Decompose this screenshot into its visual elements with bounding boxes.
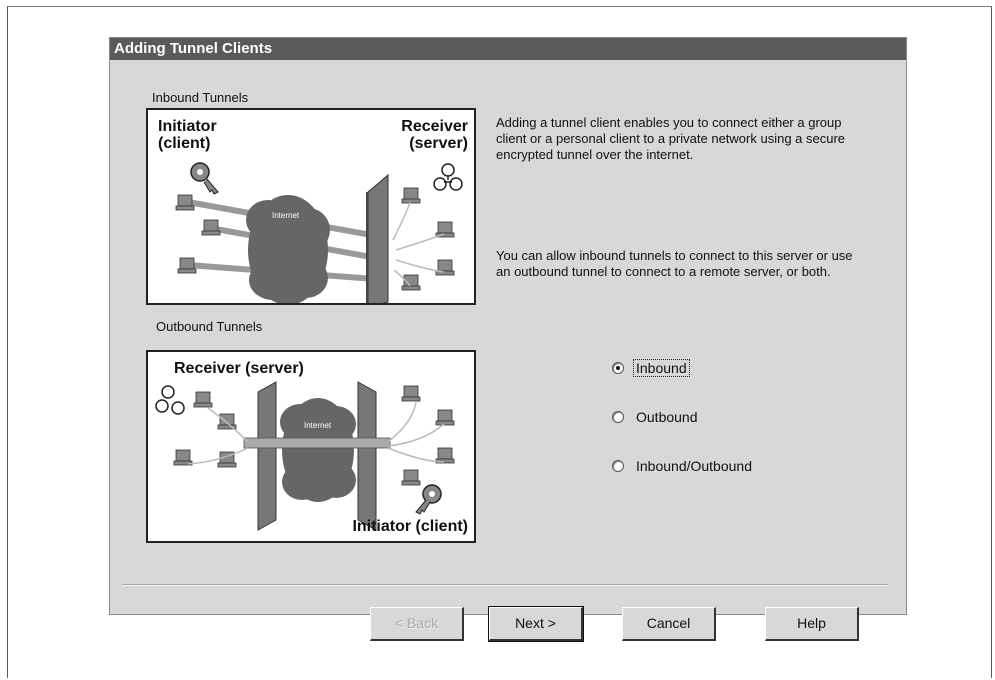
- inbound-diagram: Internet Initiator (client) Receiver (se…: [146, 108, 476, 305]
- inbound-initiator-label: Initiator (client): [158, 118, 217, 152]
- radio-inbound[interactable]: Inbound: [612, 358, 690, 378]
- wizard-dialog: Adding Tunnel Clients Inbound Tunnels In…: [109, 37, 907, 642]
- radio-inbound-outbound-label[interactable]: Inbound/Outbound: [634, 458, 754, 474]
- outbound-initiator-label: Initiator (client): [352, 518, 468, 535]
- dialog-title: Adding Tunnel Clients: [110, 38, 906, 60]
- radio-outbound-indicator[interactable]: [612, 411, 624, 423]
- outbound-diagram: Internet Receiver (server) Initiator (cl…: [146, 350, 476, 543]
- radio-outbound-label[interactable]: Outbound: [634, 409, 700, 425]
- inbound-receiver-label: Receiver (server): [401, 118, 468, 152]
- radio-inbound-outbound-indicator[interactable]: [612, 460, 624, 472]
- description-paragraph-1: Adding a tunnel client enables you to co…: [496, 115, 846, 162]
- radio-outbound[interactable]: Outbound: [612, 407, 700, 427]
- firewall-icon: [367, 173, 389, 303]
- next-button[interactable]: Next >: [488, 606, 584, 642]
- firewall-left-icon: [257, 381, 277, 531]
- cancel-button[interactable]: Cancel: [622, 607, 716, 641]
- receiver-lock-icon: [433, 163, 463, 191]
- back-button[interactable]: < Back: [370, 607, 464, 641]
- radio-inbound-outbound[interactable]: Inbound/Outbound: [612, 456, 754, 476]
- inbound-tunnels-heading: Inbound Tunnels: [152, 90, 249, 105]
- internet-cloud-icon: [280, 398, 356, 502]
- radio-inbound-indicator[interactable]: [612, 362, 624, 374]
- button-divider: [122, 584, 888, 586]
- firewall-right-icon: [357, 381, 377, 531]
- description-paragraph-2: You can allow inbound tunnels to connect…: [496, 248, 853, 279]
- outbound-receiver-label: Receiver (server): [174, 360, 304, 377]
- radio-inbound-label[interactable]: Inbound: [633, 359, 690, 377]
- key-icon: [415, 484, 442, 515]
- key-icon: [190, 162, 219, 195]
- outbound-diagram-art: Internet: [155, 381, 455, 531]
- help-button[interactable]: Help: [765, 607, 859, 641]
- svg-text:Internet: Internet: [304, 421, 332, 430]
- svg-text:Internet: Internet: [272, 211, 300, 220]
- receiver-lock-icon: [155, 385, 185, 415]
- outbound-tunnels-heading: Outbound Tunnels: [156, 319, 263, 334]
